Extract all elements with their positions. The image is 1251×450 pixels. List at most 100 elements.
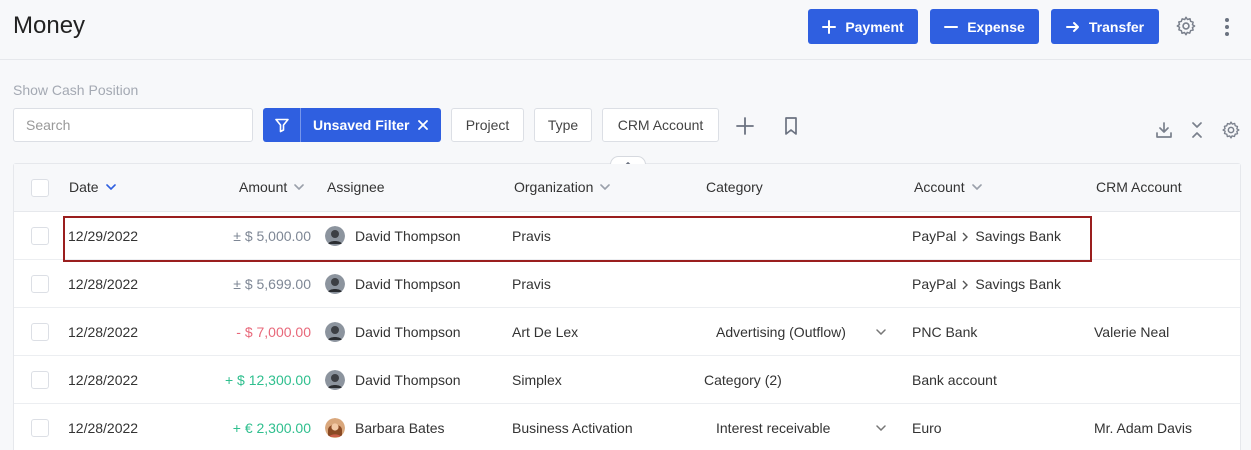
cell-organization[interactable]: Business Activation	[512, 420, 633, 436]
cell-amount: ± $ 5,699.00	[233, 276, 311, 292]
cell-organization[interactable]: Simplex	[512, 372, 562, 388]
column-label-crm-account: CRM Account	[1096, 179, 1182, 195]
cell-assignee[interactable]: David Thompson	[355, 276, 461, 292]
page-title: Money	[13, 12, 86, 39]
chevron-right-icon	[962, 232, 969, 242]
close-icon[interactable]	[417, 119, 429, 131]
active-filter-label: Unsaved Filter	[313, 117, 410, 133]
cell-amount: ± $ 5,000.00	[233, 228, 311, 244]
cell-crm-account[interactable]: Valerie Neal	[1094, 324, 1169, 340]
collapse-rows-icon[interactable]	[1190, 121, 1204, 139]
column-header-crm-account[interactable]: CRM Account	[1096, 179, 1182, 195]
sort-desc-icon	[105, 184, 116, 190]
cell-organization[interactable]: Pravis	[512, 276, 551, 292]
filter-chip-crm-account[interactable]: CRM Account	[602, 108, 719, 142]
cell-account: Bank account	[912, 372, 997, 388]
column-label-category: Category	[706, 179, 763, 195]
minus-icon	[944, 25, 959, 28]
cell-account: PayPal Savings Bank	[912, 228, 1061, 244]
table-row[interactable]: 12/28/2022 + € 2,300.00 Barbara Bates Bu…	[14, 404, 1240, 450]
cell-date: 12/28/2022	[68, 420, 139, 436]
arrow-right-icon	[1065, 21, 1079, 32]
table-settings-gear-icon[interactable]	[1221, 120, 1241, 140]
row-checkbox[interactable]	[31, 371, 49, 389]
chevron-down-icon[interactable]	[876, 329, 886, 335]
bookmark-icon[interactable]	[783, 116, 799, 136]
cell-organization[interactable]: Pravis	[512, 228, 551, 244]
chevron-down-icon[interactable]	[876, 425, 886, 431]
payment-label: Payment	[845, 18, 904, 35]
column-label-amount: Amount	[239, 179, 288, 195]
cell-category[interactable]: Category (2)	[704, 372, 782, 388]
avatar	[325, 322, 345, 342]
column-header-category[interactable]: Category	[706, 179, 763, 195]
filter-toggle[interactable]	[263, 108, 301, 142]
column-label-date: Date	[69, 179, 99, 195]
search-input[interactable]	[13, 108, 253, 142]
plus-icon	[822, 19, 837, 34]
chevron-down-icon	[294, 184, 305, 190]
expense-label: Expense	[967, 18, 1025, 35]
column-header-amount[interactable]: Amount	[239, 179, 305, 195]
cell-assignee[interactable]: David Thompson	[355, 372, 461, 388]
table-header: Date Amount Assignee Organization Catego…	[14, 164, 1240, 212]
avatar	[325, 418, 345, 438]
cell-date: 12/28/2022	[68, 324, 139, 340]
filter-chip-project[interactable]: Project	[451, 108, 524, 142]
cell-category[interactable]: Advertising (Outflow)	[716, 324, 846, 340]
page-header: Money Payment Expense Transfer	[0, 0, 1251, 60]
row-checkbox[interactable]	[31, 227, 49, 245]
chevron-down-icon	[600, 184, 611, 190]
account-from: PayPal	[912, 276, 957, 292]
add-expense-button[interactable]: Expense	[930, 9, 1039, 44]
funnel-icon	[274, 118, 289, 133]
table-row[interactable]: 12/28/2022 - $ 7,000.00 David Thompson A…	[14, 308, 1240, 356]
cell-account: PNC Bank	[912, 324, 978, 340]
unsaved-filter-button[interactable]: Unsaved Filter	[263, 108, 441, 142]
avatar	[325, 226, 345, 246]
column-label-organization: Organization	[514, 179, 594, 195]
table-row[interactable]: 12/28/2022 + $ 12,300.00 David Thompson …	[14, 356, 1240, 404]
filter-chip-type[interactable]: Type	[534, 108, 592, 142]
account-from: PayPal	[912, 228, 957, 244]
column-label-assignee: Assignee	[327, 179, 385, 195]
cell-account: PayPal Savings Bank	[912, 276, 1061, 292]
cell-date: 12/29/2022	[68, 228, 139, 244]
avatar	[325, 370, 345, 390]
cell-crm-account[interactable]: Mr. Adam Davis	[1094, 420, 1192, 436]
table-row[interactable]: 12/28/2022 ± $ 5,699.00 David Thompson P…	[14, 260, 1240, 308]
cell-assignee[interactable]: David Thompson	[355, 228, 461, 244]
gear-icon[interactable]	[1175, 15, 1197, 37]
cell-category[interactable]: Interest receivable	[716, 420, 830, 436]
show-cash-position-link[interactable]: Show Cash Position	[13, 82, 138, 98]
cell-assignee[interactable]: Barbara Bates	[355, 420, 445, 436]
download-icon[interactable]	[1155, 121, 1173, 139]
cell-date: 12/28/2022	[68, 372, 139, 388]
add-payment-button[interactable]: Payment	[808, 9, 918, 44]
select-all-checkbox[interactable]	[31, 179, 49, 197]
cell-assignee[interactable]: David Thompson	[355, 324, 461, 340]
column-header-assignee[interactable]: Assignee	[327, 179, 385, 195]
more-options-icon[interactable]	[1221, 16, 1233, 38]
column-header-date[interactable]: Date	[69, 179, 116, 195]
add-transfer-button[interactable]: Transfer	[1051, 9, 1159, 44]
cell-account: Euro	[912, 420, 942, 436]
column-label-account: Account	[914, 179, 965, 195]
column-header-organization[interactable]: Organization	[514, 179, 611, 195]
cell-date: 12/28/2022	[68, 276, 139, 292]
cell-amount: + € 2,300.00	[232, 420, 311, 436]
cell-amount: - $ 7,000.00	[236, 324, 311, 340]
row-checkbox[interactable]	[31, 323, 49, 341]
transfer-label: Transfer	[1088, 18, 1145, 35]
chevron-down-icon	[971, 184, 982, 190]
row-checkbox[interactable]	[31, 275, 49, 293]
cell-amount: + $ 12,300.00	[224, 372, 311, 388]
row-checkbox[interactable]	[31, 419, 49, 437]
column-header-account[interactable]: Account	[914, 179, 982, 195]
cell-organization[interactable]: Art De Lex	[512, 324, 578, 340]
add-filter-icon[interactable]	[735, 116, 755, 136]
table-row[interactable]: 12/29/2022 ± $ 5,000.00 David Thompson P…	[14, 212, 1240, 260]
avatar	[325, 274, 345, 294]
account-to: Savings Bank	[975, 276, 1061, 292]
transactions-table: Date Amount Assignee Organization Catego…	[13, 156, 1241, 450]
